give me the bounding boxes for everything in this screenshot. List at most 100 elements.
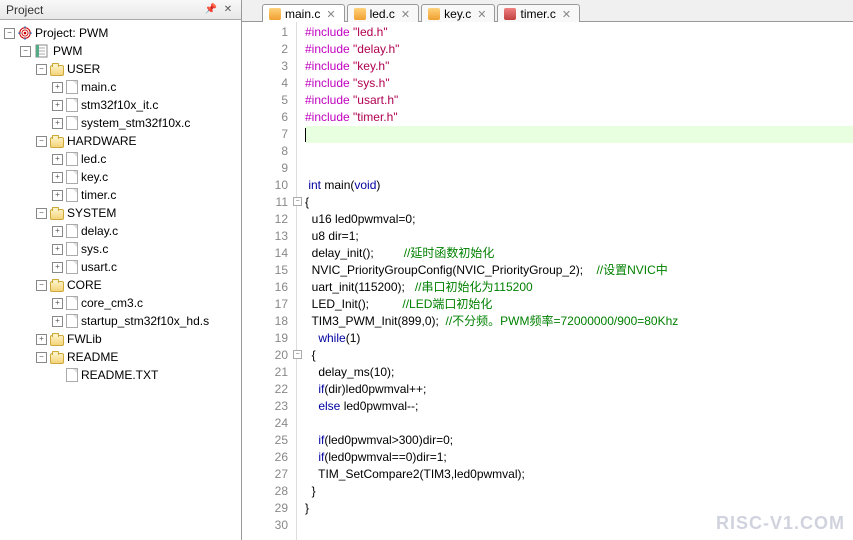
code-line[interactable]: #include "delay.h"	[305, 41, 853, 58]
file-system_stm32f10x-c[interactable]: +system_stm32f10x.c	[0, 114, 241, 132]
line-number: 2	[242, 41, 296, 58]
pin-icon[interactable]: 📌	[204, 3, 218, 17]
line-number: 4	[242, 75, 296, 92]
code-line[interactable]	[305, 160, 853, 177]
code-line[interactable]: u8 dir=1;	[305, 228, 853, 245]
group-user[interactable]: −USER	[0, 60, 241, 78]
code-line[interactable]: uart_init(115200); //串口初始化为115200	[305, 279, 853, 296]
tree-toggle[interactable]: +	[52, 244, 63, 255]
tree-toggle[interactable]: +	[52, 262, 63, 273]
fold-icon[interactable]: −	[293, 350, 302, 359]
fold-icon[interactable]: −	[293, 197, 302, 206]
tree-toggle[interactable]: −	[4, 28, 15, 39]
file-icon	[66, 98, 78, 112]
tree-toggle[interactable]: −	[36, 136, 47, 147]
tree-toggle[interactable]: −	[36, 280, 47, 291]
tab-close-icon[interactable]: ✕	[562, 8, 571, 21]
code-line[interactable]: u16 led0pwmval=0;	[305, 211, 853, 228]
tree-toggle[interactable]: −	[36, 64, 47, 75]
tree-toggle[interactable]: −	[36, 208, 47, 219]
file-led-c[interactable]: + led.c	[0, 150, 241, 168]
tree-label: led.c	[81, 152, 106, 166]
code-line[interactable]: delay_init(); //延时函数初始化	[305, 245, 853, 262]
code-line[interactable]: {	[305, 347, 853, 364]
code-editor[interactable]: #include "led.h"#include "delay.h"#inclu…	[297, 22, 853, 540]
file-key-c[interactable]: +key.c	[0, 168, 241, 186]
code-line[interactable]: NVIC_PriorityGroupConfig(NVIC_PriorityGr…	[305, 262, 853, 279]
target-node[interactable]: −PWM	[0, 42, 241, 60]
code-line[interactable]: while(1)	[305, 330, 853, 347]
tab-key-c[interactable]: key.c✕	[421, 4, 495, 22]
code-line[interactable]: if(led0pwmval>300)dir=0;	[305, 432, 853, 449]
file-main-c[interactable]: +main.c	[0, 78, 241, 96]
group-readme[interactable]: −README	[0, 348, 241, 366]
tree-toggle[interactable]: +	[52, 100, 63, 111]
code-line[interactable]: int main(void)	[305, 177, 853, 194]
file-core_cm3-c[interactable]: +core_cm3.c	[0, 294, 241, 312]
tree-toggle[interactable]: +	[52, 226, 63, 237]
file-icon	[66, 80, 78, 94]
group-fwlib[interactable]: +FWLib	[0, 330, 241, 348]
file-usart-c[interactable]: + usart.c	[0, 258, 241, 276]
tab-led-c[interactable]: led.c✕	[347, 4, 420, 22]
tree-toggle[interactable]: +	[52, 154, 63, 165]
line-number: 17	[242, 296, 296, 313]
code-line[interactable]: TIM_SetCompare2(TIM3,led0pwmval);	[305, 466, 853, 483]
code-line[interactable]: }	[305, 483, 853, 500]
file-startup_stm32f10x_hd-s[interactable]: +startup_stm32f10x_hd.s	[0, 312, 241, 330]
tab-timer-c[interactable]: timer.c✕	[497, 4, 580, 22]
file-README-TXT[interactable]: README.TXT	[0, 366, 241, 384]
tree-label: usart.c	[81, 260, 117, 274]
tab-close-icon[interactable]: ✕	[326, 8, 335, 21]
project-tree[interactable]: −Project: PWM−PWM−USER+main.c+stm32f10x_…	[0, 20, 241, 540]
tab-label: main.c	[285, 7, 320, 21]
tree-toggle[interactable]: +	[36, 334, 47, 345]
tree-toggle[interactable]: +	[52, 172, 63, 183]
tree-toggle[interactable]: +	[52, 298, 63, 309]
code-line[interactable]: #include "key.h"	[305, 58, 853, 75]
file-sys-c[interactable]: +sys.c	[0, 240, 241, 258]
tree-toggle[interactable]: +	[52, 190, 63, 201]
group-system[interactable]: −SYSTEM	[0, 204, 241, 222]
tab-close-icon[interactable]: ✕	[477, 8, 486, 21]
line-number: 11−	[242, 194, 296, 211]
code-area: 1234567891011−121314151617181920−2122232…	[242, 22, 853, 540]
group-core[interactable]: − CORE	[0, 276, 241, 294]
file-icon	[66, 296, 78, 310]
code-line[interactable]: if(led0pwmval==0)dir=1;	[305, 449, 853, 466]
tab-main-c[interactable]: main.c ✕	[262, 4, 345, 22]
file-icon	[66, 170, 78, 184]
tree-toggle[interactable]: +	[52, 316, 63, 327]
code-line[interactable]: #include "usart.h"	[305, 92, 853, 109]
code-line[interactable]: TIM3_PWM_Init(899,0); //不分频。PWM频率=720000…	[305, 313, 853, 330]
tree-toggle[interactable]: −	[36, 352, 47, 363]
project-root[interactable]: −Project: PWM	[0, 24, 241, 42]
code-line[interactable]	[305, 126, 853, 143]
line-number: 30	[242, 517, 296, 534]
group-hardware[interactable]: −HARDWARE	[0, 132, 241, 150]
code-line[interactable]: LED_Init(); //LED端口初始化	[305, 296, 853, 313]
file-stm32f10x_it-c[interactable]: +stm32f10x_it.c	[0, 96, 241, 114]
tree-label: CORE	[67, 278, 102, 292]
tree-toggle[interactable]: −	[20, 46, 31, 57]
code-line[interactable]: #include "timer.h"	[305, 109, 853, 126]
code-line[interactable]: #include "sys.h"	[305, 75, 853, 92]
code-line[interactable]	[305, 415, 853, 432]
code-line[interactable]: if(dir)led0pwmval++;	[305, 381, 853, 398]
tree-toggle[interactable]: +	[52, 118, 63, 129]
tab-bar: main.c✕led.c✕key.c✕timer.c✕	[242, 0, 853, 22]
code-line[interactable]: delay_ms(10);	[305, 364, 853, 381]
file-delay-c[interactable]: +delay.c	[0, 222, 241, 240]
close-icon[interactable]: ✕	[221, 3, 235, 17]
code-line[interactable]: {	[305, 194, 853, 211]
panel-title: Project	[6, 3, 43, 17]
file-timer-c[interactable]: +timer.c	[0, 186, 241, 204]
code-line[interactable]	[305, 143, 853, 160]
text-cursor	[305, 128, 306, 142]
tree-label: README.TXT	[81, 368, 158, 382]
tree-toggle[interactable]: +	[52, 82, 63, 93]
tab-close-icon[interactable]: ✕	[401, 8, 410, 21]
code-line[interactable]: else led0pwmval--;	[305, 398, 853, 415]
code-line[interactable]: #include "led.h"	[305, 24, 853, 41]
file-icon	[66, 152, 78, 166]
